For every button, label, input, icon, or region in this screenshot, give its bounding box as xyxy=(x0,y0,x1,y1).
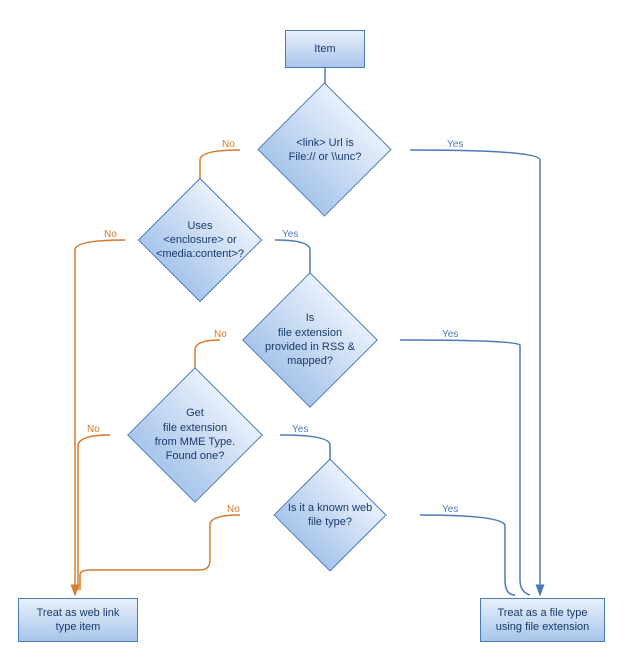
decision-link-url: <link> Url is File:// or \\unc? xyxy=(255,100,395,200)
node-label: Uses <enclosure> or <media:content>? xyxy=(125,219,275,262)
node-label: Get file extension from MME Type. Found … xyxy=(105,406,285,463)
edge-label-no: No xyxy=(225,503,242,516)
node-label: Item xyxy=(314,42,335,56)
edge-label-no: No xyxy=(220,138,237,151)
decision-mme-type: Get file extension from MME Type. Found … xyxy=(105,385,285,485)
decision-uses-enclosure: Uses <enclosure> or <media:content>? xyxy=(125,195,275,285)
end-node-web-link: Treat as web link type item xyxy=(18,598,138,642)
end-node-file-type: Treat as a file type using file extensio… xyxy=(480,598,605,642)
edge-label-yes: Yes xyxy=(280,228,300,241)
decision-known-web-type: Is it a known web file type? xyxy=(235,475,425,555)
node-label: Treat as a file type using file extensio… xyxy=(496,606,590,635)
node-label: <link> Url is File:// or \\unc? xyxy=(255,136,395,165)
node-label: Is it a known web file type? xyxy=(235,501,425,530)
edge-label-yes: Yes xyxy=(290,423,310,436)
start-node-item: Item xyxy=(285,30,365,68)
edge-label-no: No xyxy=(102,228,119,241)
edge-label-yes: Yes xyxy=(445,138,465,151)
edge-label-no: No xyxy=(85,423,102,436)
node-label: Is file extension provided in RSS & mapp… xyxy=(215,311,405,368)
edge-label-yes: Yes xyxy=(440,503,460,516)
decision-file-extension-rss: Is file extension provided in RSS & mapp… xyxy=(215,290,405,390)
edge-label-yes: Yes xyxy=(440,328,460,341)
node-label: Treat as web link type item xyxy=(37,606,120,635)
edge-label-no: No xyxy=(212,328,229,341)
